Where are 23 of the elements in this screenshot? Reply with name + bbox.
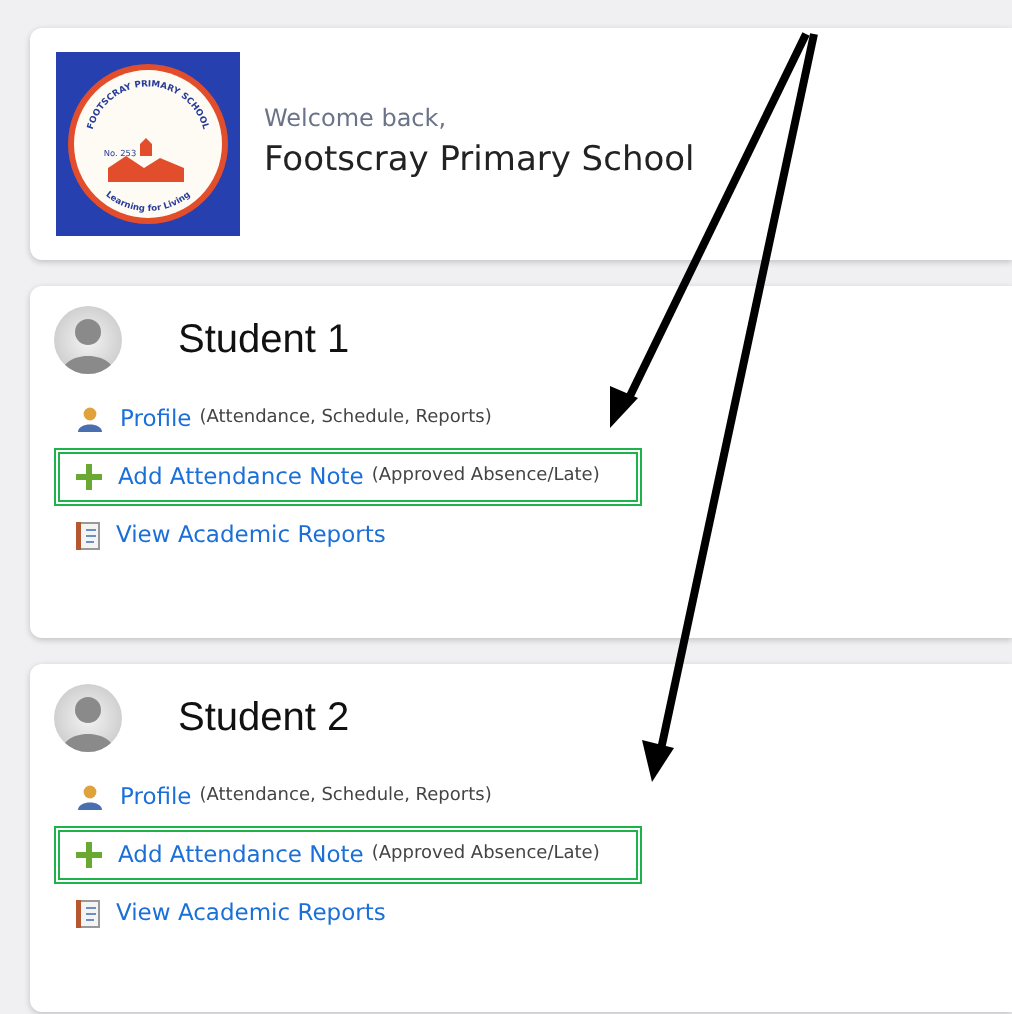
plus-icon (76, 842, 102, 868)
school-building-drawing (108, 138, 184, 182)
notebook-icon (76, 521, 100, 549)
school-name: Footscray Primary School (264, 138, 695, 185)
profile-link[interactable]: Profile (120, 401, 192, 437)
avatar-icon (54, 306, 122, 374)
student-name: Student 2 (178, 694, 350, 744)
reports-link[interactable]: View Academic Reports (116, 517, 386, 553)
link-note: (Attendance, Schedule, Reports) (199, 405, 492, 432)
attendance-note-link[interactable]: Add Attendance Note (118, 459, 364, 495)
link-note: (Attendance, Schedule, Reports) (199, 783, 492, 810)
link-note: (Approved Absence/Late) (371, 841, 600, 868)
plus-icon (76, 464, 102, 490)
student-name: Student 1 (178, 316, 350, 366)
notebook-icon (76, 899, 100, 927)
greeting-text: Welcome back, (264, 102, 449, 137)
link-note: (Approved Absence/Late) (371, 463, 600, 490)
person-icon (76, 406, 104, 432)
reports-link[interactable]: View Academic Reports (116, 895, 386, 931)
person-icon (76, 784, 104, 810)
avatar-icon (54, 684, 122, 752)
profile-link[interactable]: Profile (120, 779, 192, 815)
attendance-note-link[interactable]: Add Attendance Note (118, 837, 364, 873)
